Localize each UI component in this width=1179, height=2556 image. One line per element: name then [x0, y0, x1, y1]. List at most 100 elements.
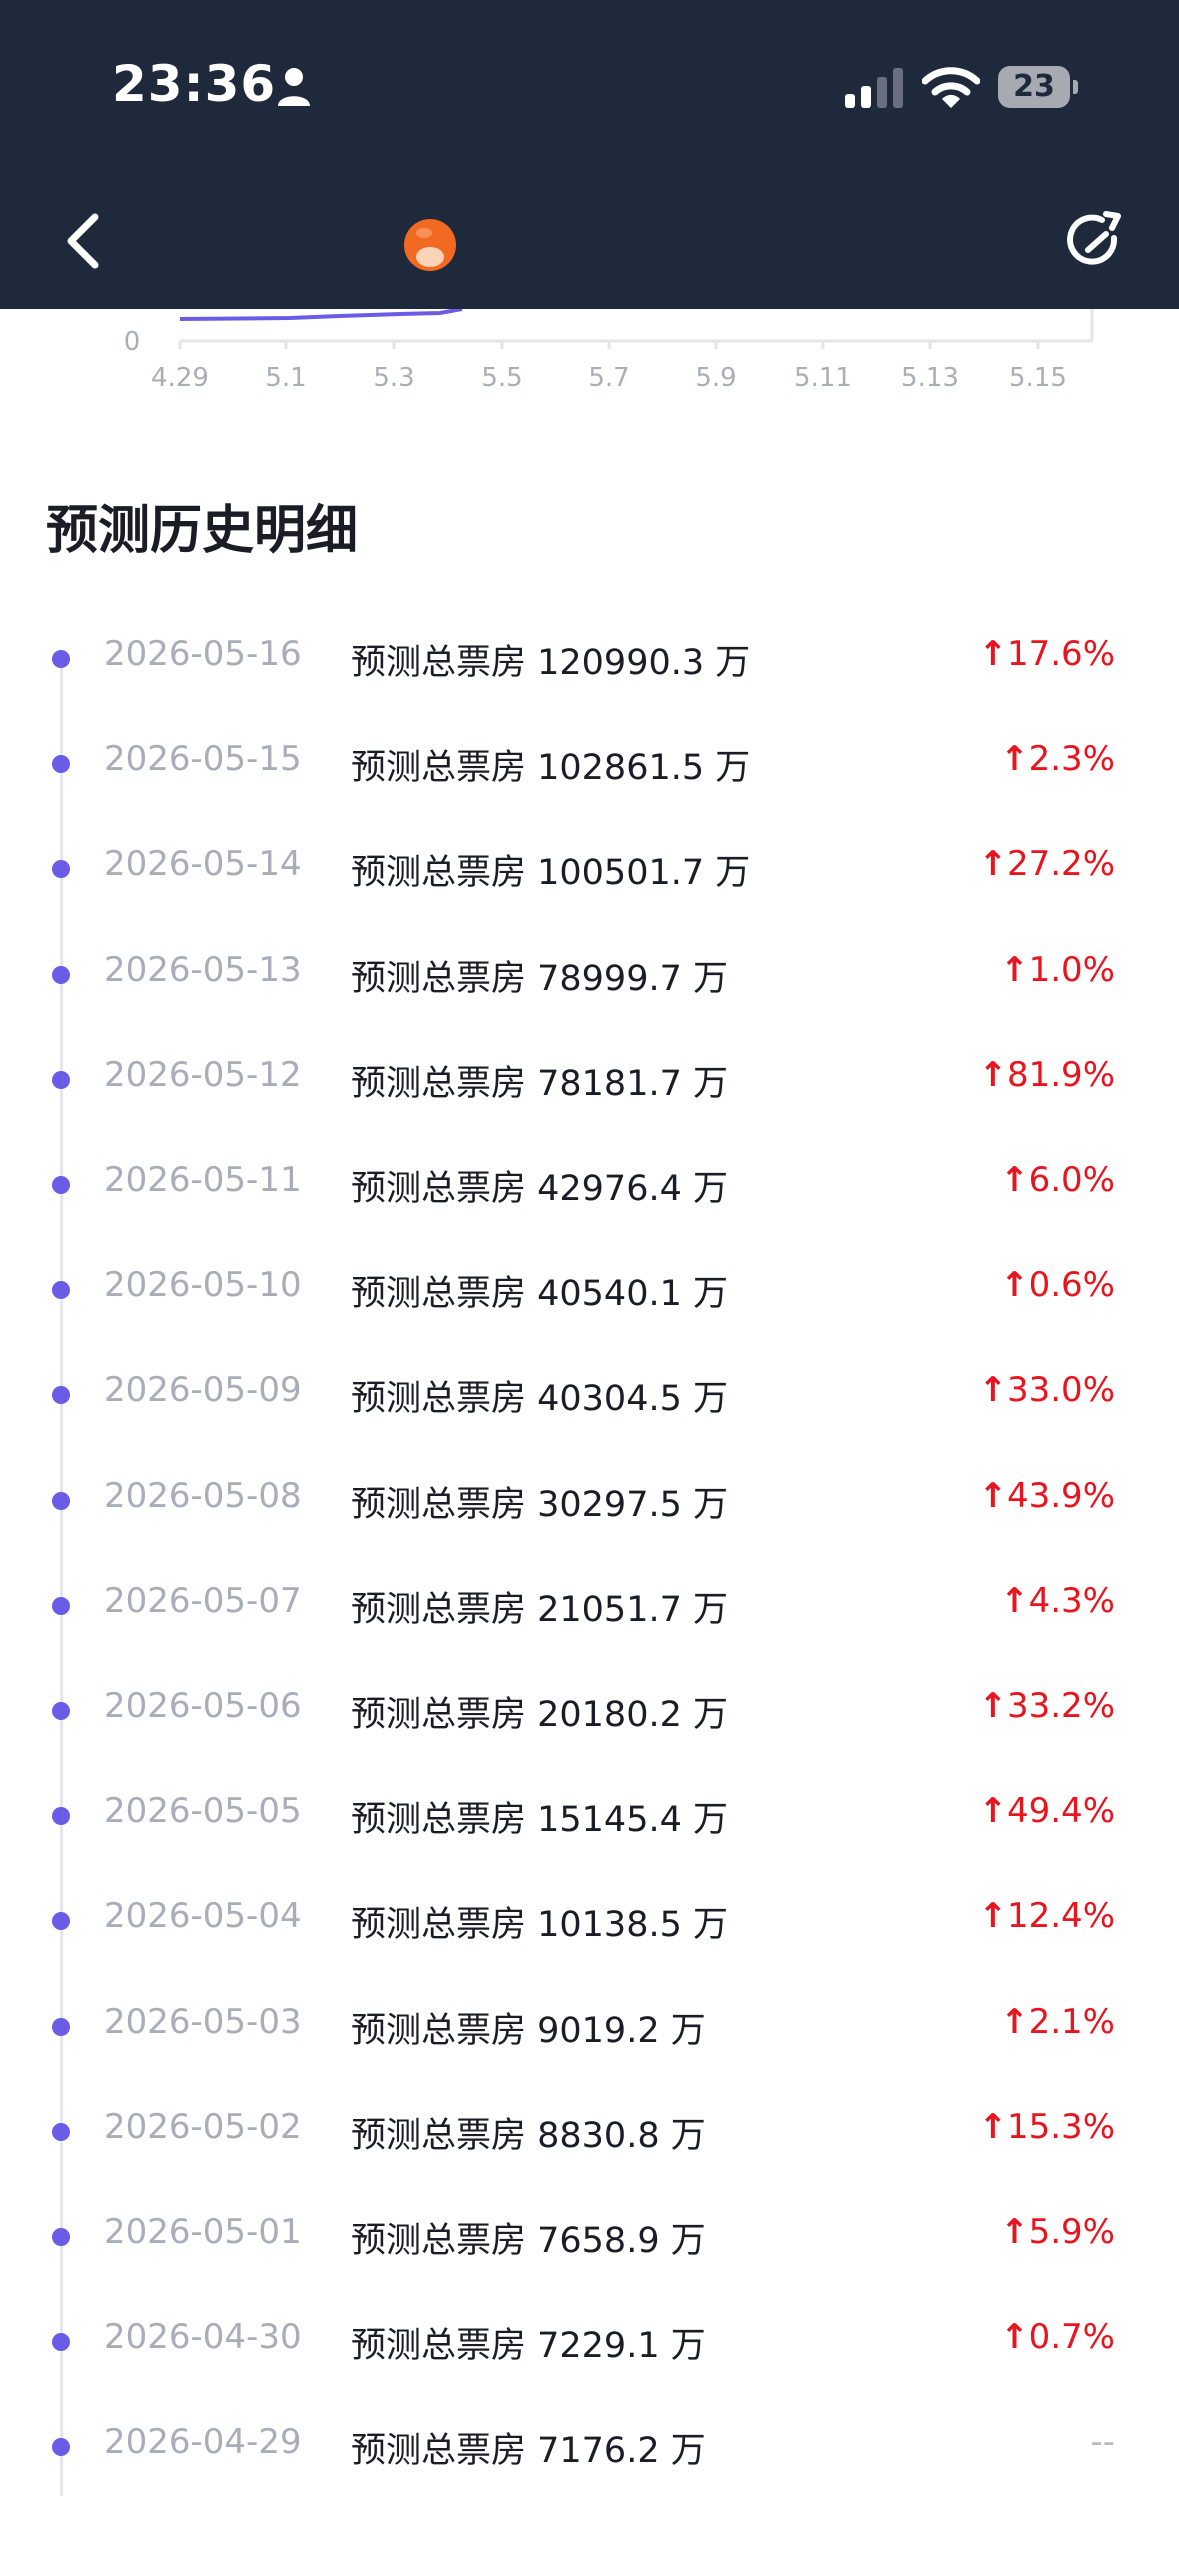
history-prediction: 预测总票房 20180.2 万 [351, 1695, 728, 1735]
history-row: 2026-05-06 预测总票房 20180.2 万 ↑33.2% [0, 1662, 1179, 1735]
history-row: 2026-04-30 预测总票房 7229.1 万 ↑0.7% [0, 2293, 1179, 2366]
history-prediction: 预测总票房 8830.8 万 [351, 2115, 706, 2156]
history-prediction: 预测总票房 10138.5 万 [351, 1905, 728, 1946]
change-value: 2.1% [1028, 2001, 1115, 2042]
arrow-up-icon: ↑ [978, 1791, 1007, 1832]
history-change: -- [1090, 2422, 1115, 2462]
x-tick-label: 5.5 [481, 363, 522, 393]
timeline-dot [52, 650, 70, 668]
arrow-up-icon: ↑ [1000, 949, 1029, 990]
history-prediction: 预测总票房 78181.7 万 [351, 1063, 728, 1104]
history-change: ↑15.3% [978, 2107, 1115, 2147]
change-value: 12.4% [1006, 1896, 1115, 1937]
history-prediction: 预测总票房 7176.2 万 [351, 2431, 706, 2472]
history-change: ↑17.6% [978, 634, 1115, 674]
history-row: 2026-05-15 预测总票房 102861.5 万 ↑2.3% [0, 715, 1179, 788]
history-change: ↑5.9% [1000, 2212, 1115, 2252]
change-value: 81.9% [1006, 1054, 1115, 1095]
history-row: 2026-05-02 预测总票房 8830.8 万 ↑15.3% [0, 2083, 1179, 2156]
arrow-up-icon: ↑ [1000, 2001, 1029, 2042]
history-date: 2026-05-07 [104, 1580, 302, 1621]
arrow-up-icon: ↑ [978, 1475, 1007, 1516]
history-prediction: 预测总票房 15145.4 万 [351, 1800, 728, 1841]
change-value: 33.0% [1006, 1370, 1115, 1411]
history-prediction: 预测总票房 30297.5 万 [351, 1484, 728, 1525]
history-prediction: 预测总票房 100501.7 万 [351, 853, 751, 894]
timeline-dot [52, 2228, 70, 2246]
change-value: 49.4% [1006, 1791, 1115, 1832]
history-prediction: 预测总票房 42976.4 万 [351, 1169, 728, 1209]
arrow-up-icon: ↑ [1000, 1160, 1029, 1200]
timeline-dot [52, 2122, 70, 2141]
history-prediction: 预测总票房 7658.9 万 [351, 2221, 706, 2261]
history-row: 2026-05-14 预测总票房 100501.7 万 ↑27.2% [0, 820, 1179, 893]
history-prediction: 预测总票房 102861.5 万 [351, 748, 751, 789]
history-date: 2026-05-08 [104, 1475, 302, 1516]
change-value: 33.2% [1006, 1686, 1115, 1726]
change-value: 6.0% [1028, 1160, 1115, 1200]
history-change: ↑1.0% [1000, 950, 1115, 990]
history-date: 2026-05-09 [104, 1370, 302, 1411]
arrow-up-icon: ↑ [1000, 1580, 1029, 1621]
timeline-dot [52, 1596, 70, 1615]
timeline-dot [52, 2438, 70, 2457]
arrow-up-icon: ↑ [978, 2106, 1007, 2147]
history-change: ↑81.9% [978, 1055, 1115, 1095]
history-date: 2026-05-03 [104, 2001, 302, 2042]
timeline-dot [52, 1176, 70, 1194]
timeline-dot [52, 755, 70, 774]
history-prediction: 预测总票房 7229.1 万 [351, 2326, 706, 2367]
refresh-button[interactable] [1062, 208, 1128, 274]
history-row: 2026-05-11 预测总票房 42976.4 万 ↑6.0% [0, 1136, 1179, 1209]
history-change: ↑27.2% [978, 844, 1115, 884]
history-change: ↑33.0% [978, 1370, 1115, 1410]
history-row: 2026-05-04 预测总票房 10138.5 万 ↑12.4% [0, 1872, 1179, 1945]
history-row: 2026-05-07 预测总票房 21051.7 万 ↑4.3% [0, 1557, 1179, 1630]
timeline-dot [52, 965, 70, 984]
timeline-dot [52, 1070, 70, 1089]
history-change: ↑6.0% [1000, 1160, 1115, 1200]
history-row: 2026-05-16 预测总票房 120990.3 万 ↑17.6% [0, 610, 1179, 683]
arrow-up-icon: ↑ [1000, 2317, 1029, 2358]
history-date: 2026-04-30 [104, 2317, 302, 2358]
arrow-up-icon: ↑ [1000, 1265, 1029, 1306]
arrow-up-icon: ↑ [978, 1686, 1007, 1726]
arrow-up-icon: ↑ [1000, 2212, 1029, 2252]
x-tick-label: 5.9 [695, 363, 736, 393]
battery-level: 23 [1013, 69, 1055, 104]
history-date: 2026-05-16 [104, 634, 302, 674]
history-date: 2026-05-02 [104, 2106, 302, 2147]
timeline-dot [52, 1912, 70, 1931]
history-row: 2026-05-12 预测总票房 78181.7 万 ↑81.9% [0, 1031, 1179, 1104]
history-date: 2026-05-10 [104, 1265, 302, 1306]
status-time: 23:36 [112, 55, 277, 113]
history-prediction: 预测总票房 40304.5 万 [351, 1379, 728, 1420]
history-change: ↑33.2% [978, 1686, 1115, 1726]
x-tick-label: 5.15 [1009, 363, 1067, 393]
change-value: 5.9% [1028, 2212, 1115, 2252]
history-change: ↑2.3% [1000, 739, 1115, 779]
change-value: -- [1090, 2422, 1115, 2463]
timeline-dot [52, 1807, 70, 1826]
timeline-dot [52, 1702, 70, 1720]
signal-icon [845, 68, 903, 108]
change-value: 15.3% [1006, 2106, 1115, 2147]
timeline-dot [52, 2333, 70, 2352]
timeline-dot [52, 860, 70, 879]
back-button[interactable] [55, 205, 115, 275]
forecast-series-line [179, 309, 463, 321]
history-prediction: 预测总票房 21051.7 万 [351, 1589, 728, 1630]
history-change: ↑49.4% [978, 1791, 1115, 1831]
x-tick-label: 5.1 [265, 363, 306, 393]
battery-icon: 23 [998, 66, 1078, 108]
change-value: 43.9% [1006, 1475, 1115, 1516]
history-row: 2026-05-05 预测总票房 15145.4 万 ↑49.4% [0, 1767, 1179, 1840]
history-date: 2026-05-04 [104, 1896, 302, 1937]
history-row: 2026-05-13 预测总票房 78999.7 万 ↑1.0% [0, 926, 1179, 999]
forecast-line-chart: 0 4.29 5.1 5.3 5.5 5.7 5.9 5.11 5.13 5.15 [124, 309, 1094, 393]
change-value: 0.7% [1028, 2317, 1115, 2358]
change-value: 2.3% [1028, 739, 1115, 780]
timeline-dot [52, 1491, 70, 1510]
person-icon [278, 68, 310, 106]
history-row: 2026-05-03 预测总票房 9019.2 万 ↑2.1% [0, 1978, 1179, 2051]
